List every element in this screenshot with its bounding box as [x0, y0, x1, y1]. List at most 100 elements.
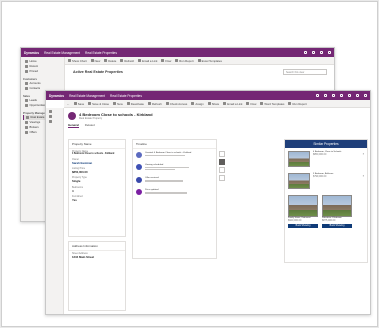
field-listing-price[interactable]: Listing Price $850,000.00	[69, 166, 125, 175]
property-listing[interactable]: Suburban 4 Bedroom $875,000.00 Book Show…	[322, 195, 352, 228]
cmd-new[interactable]: New	[113, 101, 123, 106]
cmd-share[interactable]: Share	[207, 101, 219, 106]
cmd-run-report[interactable]: Run Report	[175, 58, 194, 63]
lightbulb-icon[interactable]	[324, 94, 327, 97]
settings-icon[interactable]	[348, 94, 351, 97]
back-arrow-icon[interactable]: ←	[67, 102, 70, 106]
field-property-type[interactable]: Property Type Single	[69, 175, 125, 184]
view-title[interactable]: Active Real Estate Properties	[73, 70, 123, 74]
timeline-entry[interactable]: Created: 4 Bedroom Close to schools - Ki…	[133, 149, 216, 161]
user-icon[interactable]	[364, 94, 367, 97]
general-card-header: Property Name	[69, 140, 125, 149]
avatar	[136, 164, 142, 170]
nav-title: Real Estate Management	[69, 93, 106, 98]
record-avatar	[68, 112, 76, 120]
calendar-icon	[25, 121, 28, 124]
lead-icon	[25, 99, 28, 102]
settings-icon[interactable]	[312, 51, 315, 54]
cmd-email-link[interactable]: Email a Link	[138, 58, 157, 63]
chevron-right-icon[interactable]: ›	[363, 173, 364, 189]
app-name[interactable]: Dynamics	[24, 51, 39, 55]
field-bedrooms[interactable]: Bedrooms 4	[69, 185, 125, 194]
app-name[interactable]: Dynamics	[49, 94, 64, 98]
cmd-excel-templates[interactable]: Excel Templates	[197, 58, 222, 63]
field-street-address[interactable]: Street Address 1234 Main Street	[69, 251, 125, 260]
book-showing-button[interactable]: Book Showing	[322, 224, 352, 228]
cmd-flow[interactable]: Flow	[246, 101, 256, 106]
clock-icon	[25, 65, 28, 68]
person-icon	[25, 126, 28, 129]
pin-icon	[49, 120, 52, 123]
timeline-entry[interactable]: Viewing scheduled	[133, 161, 216, 174]
property-listing[interactable]: 3 Bedroom, Bellevue $799,000.00 ›	[285, 170, 367, 192]
property-listing-pair: Family Home, Redmond $920,000.00 Book Sh…	[285, 192, 367, 231]
screenshot-frame: Dynamics Real Estate Management Real Est…	[1, 1, 378, 327]
filter-icon[interactable]	[219, 159, 225, 165]
tab-general[interactable]: General	[68, 123, 79, 128]
add-icon[interactable]	[219, 151, 225, 157]
avatar	[136, 152, 142, 158]
home-icon	[49, 110, 52, 113]
cmd-word-templates[interactable]: Word Templates	[260, 101, 284, 106]
nav-title: Real Estate Management	[44, 50, 81, 55]
help-icon[interactable]	[356, 94, 359, 97]
address-card-header: Address Information	[69, 242, 125, 251]
cmd-assign[interactable]: Assign	[191, 101, 204, 106]
cmd-refresh[interactable]: Refresh	[147, 101, 162, 106]
help-icon[interactable]	[320, 51, 323, 54]
property-photo	[322, 195, 352, 217]
contact-icon	[25, 87, 28, 90]
cmd-save[interactable]: Save	[73, 101, 84, 106]
cmd-new[interactable]: New	[90, 58, 100, 63]
property-listing[interactable]: 4 Bedroom, Close to Schools $850,000.00 ›	[285, 148, 367, 170]
cmd-refresh[interactable]: Refresh	[120, 58, 134, 63]
search-icon[interactable]	[304, 51, 307, 54]
property-photo	[288, 195, 318, 217]
front-title-bar: Dynamics Real Estate Management Real Est…	[46, 91, 370, 100]
front-window: Dynamics Real Estate Management Real Est…	[45, 90, 371, 315]
field-furnished[interactable]: Furnished Yes	[69, 194, 125, 203]
address-card: Address Information Street Address 1234 …	[68, 241, 126, 311]
record-subtitle: Real Estate Property	[79, 117, 103, 120]
refresh-icon[interactable]	[219, 175, 225, 181]
sidebar-item-pinned[interactable]: Pinned	[23, 69, 62, 74]
nav-area: Real Estate Properties	[110, 93, 142, 98]
front-sidebar	[46, 108, 64, 314]
house-icon	[26, 116, 29, 119]
property-photo	[288, 151, 310, 167]
field-property-name[interactable]: Property Name 4 Bedroom Close to schools…	[69, 149, 125, 156]
book-showing-button[interactable]: Book Showing	[288, 224, 318, 228]
cmd-check-access[interactable]: Check Access	[165, 101, 187, 106]
filter-icon[interactable]	[340, 94, 343, 97]
user-icon[interactable]	[328, 51, 331, 54]
cmd-show-chart[interactable]: Show Chart	[68, 58, 87, 63]
cmd-flow[interactable]: Flow	[161, 58, 171, 63]
search-icon[interactable]	[316, 94, 319, 97]
timeline-header: Timeline	[133, 140, 216, 149]
sidebar-item-pinned[interactable]	[47, 119, 62, 124]
timeline-entry[interactable]: Offer received	[133, 174, 216, 186]
front-command-bar: ← Save Save & Close New Deactivate Refre…	[64, 100, 370, 108]
cmd-save-close[interactable]: Save & Close	[88, 101, 109, 106]
back-command-bar: Show Chart New Delete Refresh Email a Li…	[65, 57, 334, 65]
property-photo	[288, 173, 310, 189]
cmd-deactivate[interactable]: Deactivate	[126, 101, 144, 106]
opportunity-icon	[25, 104, 28, 107]
property-listing[interactable]: Family Home, Redmond $920,000.00 Book Sh…	[288, 195, 318, 228]
cmd-delete[interactable]: Delete	[104, 58, 116, 63]
search-input[interactable]: Search this view	[283, 69, 327, 75]
tab-related[interactable]: Related	[85, 123, 95, 128]
cmd-email-link[interactable]: Email a Link	[223, 101, 242, 106]
timeline-entry[interactable]: Price updated	[133, 186, 216, 198]
home-icon	[25, 60, 28, 63]
cmd-run-report[interactable]: Run Report	[288, 101, 307, 106]
account-icon	[25, 82, 28, 85]
more-icon[interactable]	[219, 167, 225, 173]
chevron-right-icon[interactable]: ›	[363, 151, 364, 167]
field-owner[interactable]: Owner Sarah Eastman	[69, 156, 125, 165]
timeline-toolbar	[219, 151, 227, 181]
add-icon[interactable]	[332, 94, 335, 97]
avatar	[136, 177, 142, 184]
record-header: 4 Bedroom Close to schools - Kirkland Re…	[68, 112, 153, 128]
tag-icon	[25, 131, 28, 134]
